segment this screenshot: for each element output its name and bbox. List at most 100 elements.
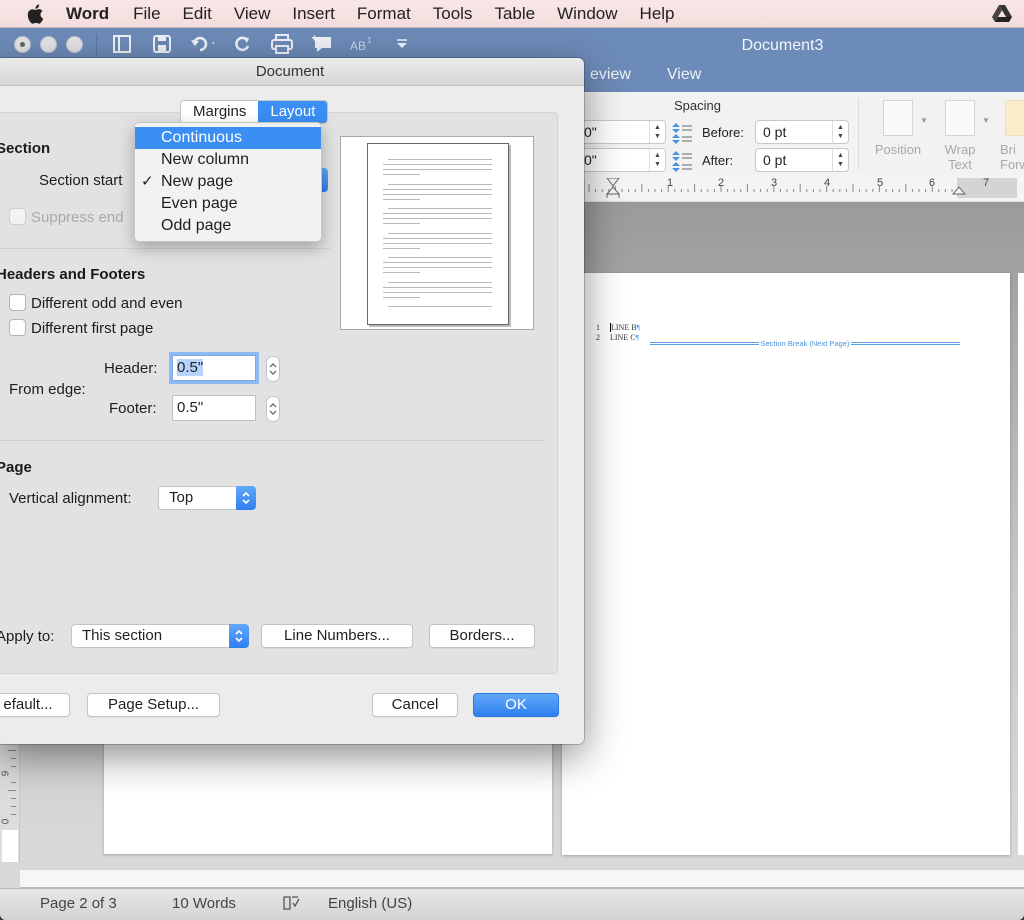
- zoom-window-button[interactable]: [66, 36, 83, 53]
- preview-line: [383, 267, 492, 268]
- vertical-alignment-select[interactable]: Top: [158, 486, 256, 510]
- header-distance-stepper[interactable]: [266, 356, 280, 382]
- sidebar-icon[interactable]: [110, 32, 134, 56]
- menu-bar: Word File Edit View Insert Format Tools …: [0, 0, 1024, 28]
- from-edge-label: From edge:: [9, 381, 86, 398]
- menu-file[interactable]: File: [133, 4, 160, 24]
- horizontal-scrollbar[interactable]: [20, 870, 1024, 888]
- preview-line: [383, 247, 420, 249]
- quick-access-toolbar: AB 1: [96, 32, 414, 56]
- spacing-group-label: Spacing: [674, 98, 721, 113]
- header-distance-input[interactable]: 0.5": [172, 355, 256, 381]
- footnote-icon[interactable]: AB 1: [350, 32, 374, 56]
- line-text: LINE C: [610, 333, 636, 342]
- ruler-ticks: [588, 178, 967, 198]
- tab-layout[interactable]: Layout: [258, 101, 328, 123]
- line-text: LINE B: [610, 323, 637, 332]
- space-before-stepper[interactable]: ▲ ▼: [832, 121, 848, 143]
- close-window-button[interactable]: [14, 36, 31, 53]
- section-start-label: Section start: [39, 172, 123, 189]
- menu-option-new-column[interactable]: New column: [135, 149, 321, 171]
- preview-line: [388, 281, 492, 283]
- footer-distance-stepper[interactable]: [266, 396, 280, 422]
- space-before-icon: [670, 122, 694, 149]
- page-3[interactable]: [1018, 273, 1024, 855]
- indent-left-stepper[interactable]: ▲ ▼: [649, 121, 665, 143]
- suppress-endnotes-label: Suppress end: [31, 209, 124, 226]
- ok-button[interactable]: OK: [473, 693, 559, 717]
- word-count-status[interactable]: 10 Words: [172, 895, 236, 912]
- menu-view[interactable]: View: [234, 4, 271, 24]
- footer-label: Footer:: [109, 400, 157, 417]
- comment-icon[interactable]: [310, 32, 334, 56]
- menu-edit[interactable]: Edit: [183, 4, 212, 24]
- preview-line: [383, 169, 492, 170]
- preview-line: [383, 174, 420, 175]
- menu-table[interactable]: Table: [494, 4, 535, 24]
- menu-option-odd-page[interactable]: Odd page: [135, 215, 321, 237]
- page-preview: [340, 136, 534, 330]
- line-numbers-button[interactable]: Line Numbers...: [261, 624, 413, 648]
- footer-distance-input[interactable]: 0.5": [172, 395, 256, 421]
- tab-review[interactable]: eview: [590, 66, 631, 84]
- space-before-field[interactable]: 0 pt ▲ ▼: [755, 120, 849, 144]
- headers-footers-heading: Headers and Footers: [0, 266, 146, 283]
- redo-icon[interactable]: [230, 32, 254, 56]
- menu-option-new-page[interactable]: ✓ New page: [135, 171, 321, 193]
- menu-help[interactable]: Help: [640, 4, 675, 24]
- page-2[interactable]: 1 LINE B ¶ 2 LINE C ¶ Section Break (Nex…: [562, 273, 1010, 855]
- section-break-marker: Section Break (Next Page): [650, 339, 961, 348]
- cancel-button[interactable]: Cancel: [372, 693, 458, 717]
- different-first-page-label: Different first page: [31, 320, 154, 337]
- proofing-icon[interactable]: [282, 895, 302, 917]
- window-controls: [14, 36, 83, 53]
- checkmark-icon: ✓: [141, 173, 154, 190]
- svg-text:1: 1: [367, 36, 372, 45]
- default-button[interactable]: efault...: [0, 693, 70, 717]
- section-heading: Section: [0, 140, 51, 157]
- customize-toolbar-icon[interactable]: [390, 32, 414, 56]
- google-drive-icon[interactable]: [992, 5, 1012, 28]
- menu-app-word[interactable]: Word: [66, 4, 109, 24]
- page-setup-button[interactable]: Page Setup...: [87, 693, 220, 717]
- space-after-stepper[interactable]: ▲ ▼: [832, 149, 848, 171]
- print-icon[interactable]: [270, 32, 294, 56]
- menu-insert[interactable]: Insert: [292, 4, 335, 24]
- different-odd-even-checkbox[interactable]: [9, 294, 26, 311]
- borders-button[interactable]: Borders...: [429, 624, 535, 648]
- indent-right-stepper[interactable]: ▲ ▼: [649, 149, 665, 171]
- apple-icon[interactable]: [26, 4, 46, 24]
- apply-to-select[interactable]: This section: [71, 624, 249, 648]
- save-icon[interactable]: [150, 32, 174, 56]
- wrap-text-button[interactable]: ▼ Wrap Text: [938, 100, 990, 172]
- menu-option-even-page[interactable]: Even page: [135, 193, 321, 215]
- tab-view[interactable]: View: [667, 66, 701, 84]
- preview-line: [383, 237, 492, 239]
- pilcrow-icon: ¶: [635, 333, 639, 342]
- suppress-endnotes-checkbox[interactable]: [9, 208, 26, 225]
- section-break-label: Section Break (Next Page): [760, 339, 850, 348]
- preview-line: [383, 193, 492, 195]
- horizontal-ruler[interactable]: 1 2 3 4 5 6 7: [585, 174, 1024, 202]
- line-number: 1: [596, 323, 600, 332]
- pilcrow-icon: ¶: [636, 323, 640, 332]
- page-count-status[interactable]: Page 2 of 3: [40, 895, 117, 912]
- menu-option-continuous[interactable]: Continuous: [135, 127, 321, 149]
- menu-window[interactable]: Window: [557, 4, 617, 24]
- tab-margins[interactable]: Margins: [181, 101, 259, 123]
- preview-line: [383, 198, 420, 200]
- bring-forward-button[interactable]: Bri Forw: [1000, 100, 1024, 172]
- undo-icon[interactable]: [190, 32, 214, 56]
- ruler-number: 5: [877, 177, 884, 189]
- position-button[interactable]: ▼ Position: [872, 100, 928, 157]
- line-number: 2: [596, 333, 600, 342]
- ribbon-tabs: eview View: [590, 66, 701, 84]
- menu-tools[interactable]: Tools: [433, 4, 473, 24]
- menu-format[interactable]: Format: [357, 4, 411, 24]
- ruler-number: 6: [929, 177, 936, 189]
- language-status[interactable]: English (US): [328, 895, 412, 912]
- minimize-window-button[interactable]: [40, 36, 57, 53]
- chevron-updown-icon: [236, 486, 256, 510]
- different-first-page-checkbox[interactable]: [9, 319, 26, 336]
- space-after-field[interactable]: 0 pt ▲ ▼: [755, 148, 849, 172]
